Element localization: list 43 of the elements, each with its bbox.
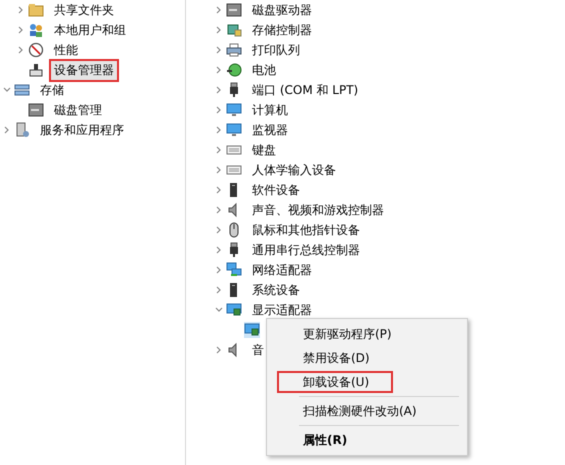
- drive-icon: [226, 2, 242, 18]
- monitor-icon: [226, 122, 242, 138]
- tree-item[interactable]: 网络适配器: [247, 258, 317, 282]
- tree-item[interactable]: 磁盘驱动器: [247, 0, 317, 22]
- menu-item[interactable]: 扫描检测硬件改动(A): [277, 400, 441, 422]
- tree-item[interactable]: 端口 (COM 和 LPT): [247, 78, 364, 102]
- menu-item[interactable]: 禁用设备(D): [277, 347, 394, 369]
- tree-item[interactable]: 监视器: [247, 118, 293, 142]
- tree-item[interactable]: 设备管理器: [49, 58, 119, 82]
- tree-item[interactable]: 声音、视频和游戏控制器: [247, 198, 389, 222]
- device-icon: [28, 62, 44, 78]
- users-icon: [28, 22, 44, 38]
- tree-item[interactable]: 共享文件夹: [49, 0, 119, 22]
- tree-item[interactable]: 磁盘管理: [49, 98, 107, 122]
- folder-icon: [28, 2, 44, 18]
- drive-icon: [28, 102, 44, 118]
- tree-item[interactable]: 服务和应用程序: [35, 118, 129, 142]
- tree-item[interactable]: 软件设备: [247, 178, 305, 202]
- menu-item[interactable]: 属性(R): [277, 429, 372, 451]
- tree-item[interactable]: 性能: [49, 38, 83, 62]
- tree-item[interactable]: 本地用户和组: [49, 18, 131, 42]
- tree-item[interactable]: 显示适配器: [247, 298, 317, 322]
- tree-item[interactable]: 通用串行总线控制器: [247, 238, 365, 262]
- tree-item[interactable]: 计算机: [247, 98, 293, 122]
- tree-item[interactable]: 鼠标和其他指针设备: [247, 218, 365, 242]
- network-icon: [226, 262, 242, 278]
- tree-item[interactable]: 系统设备: [247, 278, 305, 302]
- menu-item[interactable]: 卸载设备(U): [277, 371, 394, 393]
- tree-item[interactable]: 打印队列: [247, 38, 305, 62]
- menu-item[interactable]: 更新驱动程序(P): [277, 323, 416, 345]
- tree-item[interactable]: 存储控制器: [247, 18, 317, 42]
- monitor-icon: [226, 302, 242, 318]
- tree-item[interactable]: 音: [247, 338, 269, 362]
- server-icon: [14, 122, 30, 138]
- tree-item[interactable]: 人体学输入设备: [247, 158, 341, 182]
- gauge-icon: [28, 42, 44, 58]
- monitor-icon: [226, 102, 242, 118]
- tree-item[interactable]: 电池: [247, 58, 281, 82]
- printer-icon: [226, 42, 242, 58]
- monitor-icon[interactable]: [244, 322, 260, 338]
- tree-item[interactable]: 存储: [35, 78, 69, 102]
- storage-icon: [14, 82, 30, 98]
- tree-item[interactable]: 键盘: [247, 138, 281, 162]
